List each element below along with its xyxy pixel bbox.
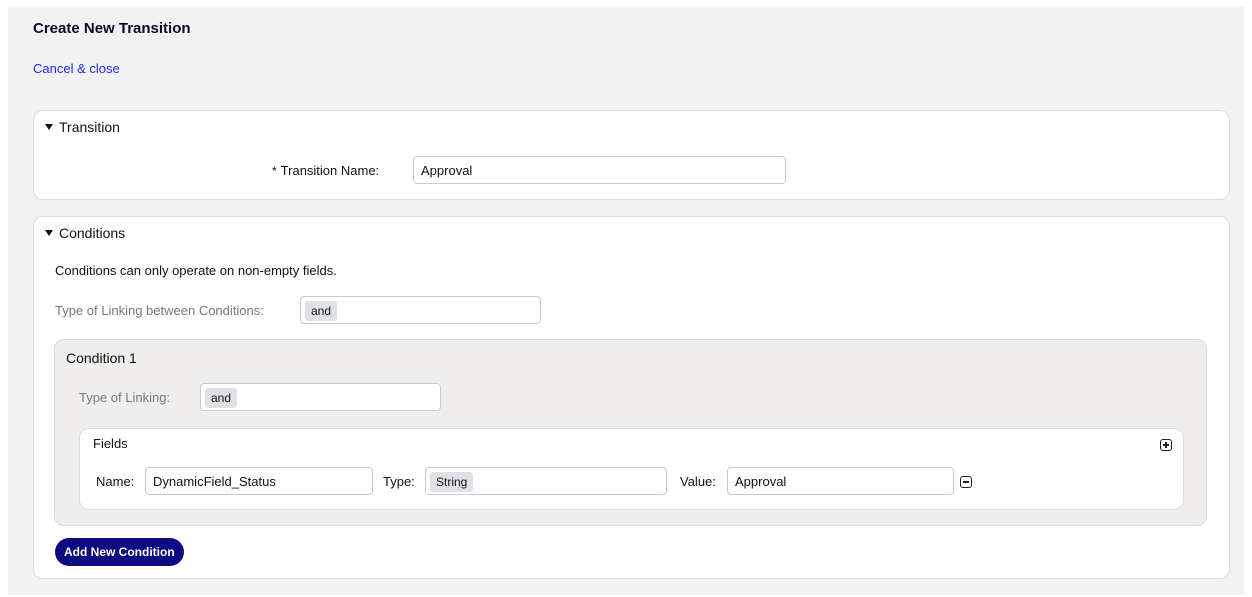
conditions-section-header: Conditions	[59, 225, 126, 241]
condition-title: Condition 1	[66, 350, 137, 366]
field-name-input[interactable]	[145, 467, 373, 495]
condition-1-box: Condition 1 Type of Linking: and Fields …	[54, 339, 1207, 526]
transition-section-header: Transition	[59, 119, 120, 135]
condition-linking-select[interactable]: and	[200, 383, 441, 411]
conditions-note: Conditions can only operate on non-empty…	[55, 263, 337, 278]
cancel-close-link[interactable]: Cancel & close	[33, 61, 120, 76]
page-title: Create New Transition	[33, 20, 191, 37]
required-star: *	[272, 164, 277, 178]
field-value-label: Value:	[680, 474, 716, 489]
field-value-input[interactable]	[727, 467, 954, 495]
transition-section: Transition * Transition Name:	[33, 110, 1230, 200]
minus-square-icon[interactable]	[960, 476, 972, 488]
linking-between-conditions-select[interactable]: and	[300, 296, 541, 324]
fields-title: Fields	[93, 436, 128, 451]
condition-linking-value: and	[205, 388, 238, 408]
transition-name-label-text: Transition Name:	[280, 163, 380, 178]
field-name-label: Name:	[96, 474, 135, 489]
fields-box: Fields Name: Type: String Value:	[79, 428, 1184, 510]
transition-section-toggle[interactable]: Transition	[45, 119, 120, 135]
triangle-down-icon	[45, 124, 53, 130]
field-type-value: String	[430, 472, 474, 492]
transition-name-input[interactable]	[413, 156, 786, 184]
conditions-section-toggle[interactable]: Conditions	[45, 225, 125, 241]
linking-between-conditions-value: and	[305, 301, 338, 321]
plus-square-icon[interactable]	[1160, 439, 1172, 451]
field-type-select[interactable]: String	[425, 467, 667, 495]
triangle-down-icon	[45, 230, 53, 236]
field-type-label: Type:	[383, 474, 415, 489]
conditions-section: Conditions Conditions can only operate o…	[33, 216, 1230, 579]
condition-linking-label: Type of Linking:	[79, 390, 171, 405]
add-new-condition-button[interactable]: Add New Condition	[55, 538, 184, 566]
transition-name-label: * Transition Name:	[272, 163, 379, 178]
linking-between-conditions-label: Type of Linking between Conditions:	[55, 303, 264, 318]
page-container: Create New Transition Cancel & close Tra…	[8, 7, 1244, 595]
